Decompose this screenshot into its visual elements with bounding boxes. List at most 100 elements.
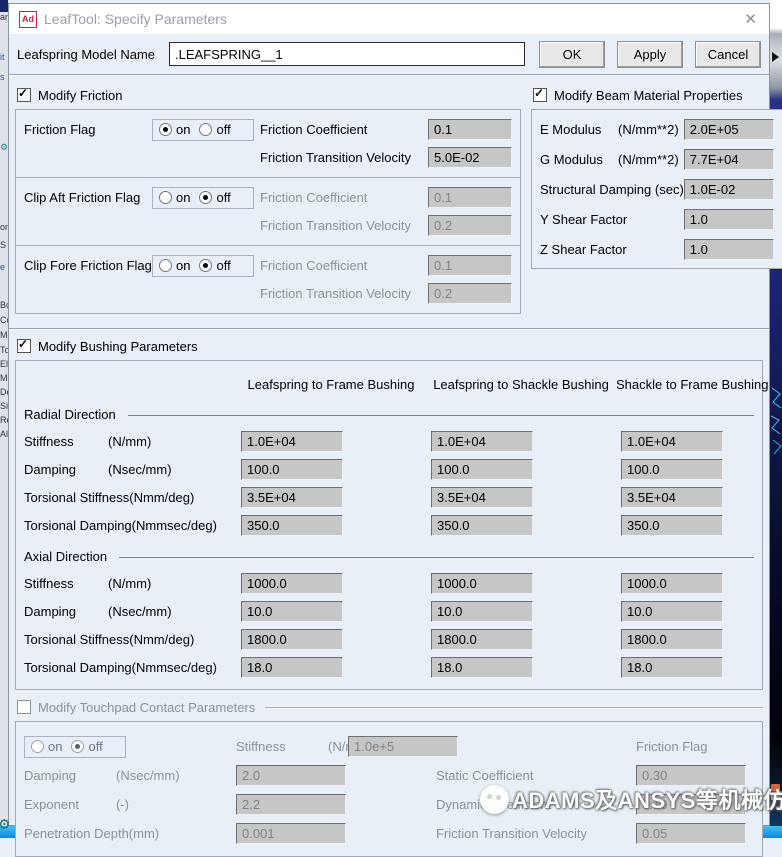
touchpad-friction-flag-radio-group: on off: [24, 735, 126, 758]
modify-friction-checkbox-row: Modify Friction: [17, 85, 521, 105]
y-shear-field[interactable]: 1.0: [683, 208, 774, 230]
touchpad-row-4: Penetration Depth (mm) 0.001 Friction Tra…: [24, 819, 754, 848]
leaftool-dialog: Ad LeafTool: Specify Parameters ✕ Leafsp…: [8, 3, 782, 857]
modify-bushing-checkbox-row: Modify Bushing Parameters: [17, 336, 763, 356]
radio-off[interactable]: [199, 191, 213, 204]
modify-bushing-checkbox[interactable]: [17, 337, 31, 353]
friction-transition-velocity-field: 0.2: [428, 283, 512, 304]
radial-damping-field-3[interactable]: 100.0: [621, 458, 723, 480]
radial-damping-field-2[interactable]: 100.0: [431, 458, 533, 480]
radial-torsional-damping-field-3[interactable]: 350.0: [621, 514, 723, 536]
modify-touchpad-label: Modify Touchpad Contact Parameters: [38, 699, 256, 715]
close-icon[interactable]: ✕: [742, 10, 759, 28]
background-sketch-lines: [770, 387, 782, 455]
bg-text-fragment: Si: [0, 401, 8, 411]
friction-coefficient-field[interactable]: 0.1: [428, 119, 512, 140]
radio-off-label: off: [216, 190, 231, 205]
modify-beam-label: Modify Beam Material Properties: [554, 87, 743, 103]
radio-on[interactable]: [159, 123, 172, 136]
radio-off-label: off: [216, 258, 231, 273]
background-gear-fragment-icon: ⚙: [0, 142, 8, 152]
column-header-leafspring-frame: Leafspring to Frame Bushing: [247, 376, 415, 392]
bushing-groupbox: Leafspring to Frame Bushing Leafspring t…: [15, 360, 768, 690]
structural-damping-field[interactable]: 1.0E-02: [683, 178, 774, 200]
radial-stiffness-row: Stiffness (N/mm) 1.0E+04 1.0E+04 1.0E+04: [24, 427, 754, 455]
radial-torsional-damping-row: Torsional Damping (Nmmsec/deg) 350.0 350.…: [24, 511, 754, 539]
modify-beam-checkbox[interactable]: [533, 86, 547, 102]
radial-torsional-stiffness-field-3[interactable]: 3.5E+04: [621, 486, 723, 508]
radio-off[interactable]: [199, 123, 213, 136]
bg-text-fragment: it: [0, 52, 5, 62]
friction-flag-label: Friction Flag: [24, 122, 96, 137]
radial-damping-field-1[interactable]: 100.0: [241, 458, 343, 480]
damping-unit: (Nsec/mm): [116, 768, 180, 783]
ok-button[interactable]: OK: [539, 40, 605, 68]
clip-aft-friction-row: Clip Aft Friction Flag on off Friction C…: [16, 177, 520, 245]
cancel-button[interactable]: Cancel: [695, 40, 761, 68]
damping-label: Damping: [24, 461, 77, 477]
radio-on[interactable]: [159, 191, 172, 204]
watermark: ADAMS及ANSYS等机械仿真: [480, 783, 782, 815]
radio-off[interactable]: [199, 259, 213, 272]
radial-torsional-stiffness-field-2[interactable]: 3.5E+04: [431, 486, 533, 508]
penetration-depth-unit: (mm): [128, 826, 160, 841]
axial-damping-field-3[interactable]: 10.0: [621, 600, 723, 622]
axial-stiffness-field-1[interactable]: 1000.0: [241, 572, 343, 594]
axial-stiffness-field-3[interactable]: 1000.0: [621, 572, 723, 594]
friction-flag-label: Friction Flag: [636, 739, 708, 754]
radial-torsional-damping-field-1[interactable]: 350.0: [241, 514, 343, 536]
radial-stiffness-field-1[interactable]: 1.0E+04: [241, 430, 343, 452]
friction-coefficient-label: Friction Coefficient: [260, 122, 368, 137]
y-shear-row: Y Shear Factor 1.0: [532, 204, 782, 234]
modify-friction-checkbox[interactable]: [17, 86, 31, 102]
axial-direction-row: Axial Direction: [24, 543, 754, 569]
g-modulus-field[interactable]: 7.7E+04: [683, 148, 774, 170]
axial-torsional-damping-field-3[interactable]: 18.0: [621, 656, 723, 678]
bg-text-fragment: or: [0, 222, 8, 232]
g-modulus-unit: (N/mm**2): [618, 151, 679, 167]
radio-on-label: on: [48, 739, 63, 754]
torsional-stiffness-label: Torsional Stiffness: [24, 489, 130, 505]
torsional-stiffness-unit: (Nmm/deg): [129, 489, 195, 505]
penetration-depth-label: Penetration Depth: [24, 826, 129, 841]
axial-damping-field-2[interactable]: 10.0: [431, 600, 533, 622]
damping-label: Damping: [24, 768, 77, 783]
axial-torsional-stiffness-field-3[interactable]: 1800.0: [621, 628, 723, 650]
friction-coefficient-field: 0.1: [428, 255, 512, 276]
axial-stiffness-field-2[interactable]: 1000.0: [431, 572, 533, 594]
model-name-label: Leafspring Model Name: [17, 46, 156, 62]
axial-torsional-damping-field-1[interactable]: 18.0: [241, 656, 343, 678]
touchpad-header-rule: [265, 707, 763, 708]
axial-damping-row: Damping (Nsec/mm) 10.0 10.0 10.0: [24, 597, 754, 625]
axial-torsional-stiffness-field-1[interactable]: 1800.0: [241, 628, 343, 650]
friction-transition-velocity-field[interactable]: 5.0E-02: [428, 147, 512, 168]
e-modulus-field[interactable]: 2.0E+05: [683, 118, 774, 140]
bg-text-fragment: Bc: [0, 300, 8, 310]
radio-on-label: on: [176, 122, 191, 137]
radial-stiffness-field-2[interactable]: 1.0E+04: [431, 430, 533, 452]
apply-button[interactable]: Apply: [617, 40, 683, 68]
bg-text-fragment: e: [0, 262, 6, 272]
axial-torsional-stiffness-field-2[interactable]: 1800.0: [431, 628, 533, 650]
radio-on[interactable]: [159, 259, 172, 272]
modify-beam-checkbox-row: Modify Beam Material Properties: [533, 85, 782, 105]
model-name-row: Leafspring Model Name OK Apply Cancel: [9, 34, 769, 74]
model-name-input[interactable]: [169, 42, 525, 66]
bg-text-fragment: De: [0, 387, 8, 397]
radial-torsional-stiffness-field-1[interactable]: 3.5E+04: [241, 486, 343, 508]
stiffness-label: Stiffness: [24, 433, 74, 449]
axial-direction-rule: [119, 556, 754, 558]
z-shear-field[interactable]: 1.0: [683, 238, 774, 260]
touchpad-row-1: Stiffness(N/mm) 1.0e+5 Friction Flag on …: [24, 732, 754, 761]
axial-damping-field-1[interactable]: 10.0: [241, 600, 343, 622]
g-modulus-row: G Modulus (N/mm**2) 7.7E+04: [532, 144, 782, 174]
modify-touchpad-checkbox[interactable]: [17, 700, 31, 714]
friction-transition-velocity-field: 0.2: [428, 215, 512, 236]
axial-torsional-damping-field-2[interactable]: 18.0: [431, 656, 533, 678]
modify-friction-label: Modify Friction: [38, 87, 123, 103]
bg-text-fragment: an: [0, 12, 8, 22]
torsional-stiffness-label: Torsional Stiffness: [24, 631, 130, 647]
modify-touchpad-checkbox-row: Modify Touchpad Contact Parameters: [17, 697, 763, 717]
radial-torsional-damping-field-2[interactable]: 350.0: [431, 514, 533, 536]
radial-stiffness-field-3[interactable]: 1.0E+04: [621, 430, 723, 452]
